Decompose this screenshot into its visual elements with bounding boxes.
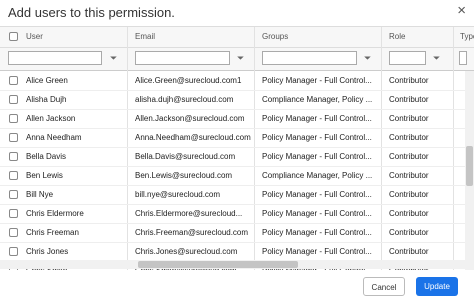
table-row[interactable]: Chris Jones Chris.Jones@surecloud.com Po… [0,242,474,262]
user-cell: Chris Freeman [26,228,79,237]
groups-cell: Policy Manager - Full Control... [262,190,372,199]
update-button[interactable]: Update [416,277,458,296]
row-checkbox[interactable] [9,247,18,256]
role-cell: Contributor [389,152,429,161]
email-cell: bill.nye@surecloud.com [135,190,221,199]
user-cell: Chris Eldermore [26,209,84,218]
groups-cell: Compliance Manager, Policy ... [262,171,373,180]
user-cell: Allen Jackson [26,114,76,123]
email-cell: Bella.Davis@surecloud.com [135,152,236,161]
close-icon[interactable]: × [457,2,466,19]
row-checkbox[interactable] [9,171,18,180]
user-cell: Anna Needham [26,133,82,142]
user-cell: Chris Jones [26,247,69,256]
row-checkbox[interactable] [9,76,18,85]
row-checkbox[interactable] [9,152,18,161]
groups-filter-input[interactable] [262,51,357,65]
role-filter-icon[interactable]: ⏷ [433,53,440,64]
role-cell: Contributor [389,95,429,104]
user-filter-input[interactable] [8,51,102,65]
role-cell: Contributor [389,209,429,218]
row-checkbox[interactable] [9,209,18,218]
email-cell: alisha.dujh@surecloud.com [135,95,234,104]
email-cell: Ben.Lewis@surecloud.com [135,171,233,180]
email-filter-icon[interactable]: ⏷ [237,53,244,64]
groups-filter-icon[interactable]: ⏷ [364,53,371,64]
user-cell: Ben Lewis [26,171,63,180]
column-header-user[interactable]: User [26,27,43,47]
role-cell: Contributor [389,133,429,142]
vertical-scroll-thumb[interactable] [466,146,473,186]
column-header-email[interactable]: Email [135,27,155,47]
user-cell: Bella Davis [26,152,67,161]
groups-cell: Policy Manager - Full Control... [262,76,372,85]
role-cell: Contributor [389,228,429,237]
groups-cell: Compliance Manager, Policy ... [262,95,373,104]
row-checkbox[interactable] [9,228,18,237]
table-row[interactable]: Chris Freeman Chris.Freeman@surecloud.co… [0,223,474,243]
cancel-button[interactable]: Cancel [363,277,405,296]
role-cell: Contributor [389,247,429,256]
role-cell: Contributor [389,76,429,85]
groups-cell: Policy Manager - Full Control... [262,209,372,218]
table-row[interactable]: Bella Davis Bella.Davis@surecloud.com Po… [0,147,474,167]
column-header-role[interactable]: Role [389,27,405,47]
email-cell: Anna.Needham@surecloud.com [135,133,251,142]
users-grid: User Email Groups Role Type ⏷ ⏷ ⏷ ⏷ Alic… [0,26,474,270]
email-cell: Chris.Freeman@surecloud.com [135,228,249,237]
groups-cell: Policy Manager - Full Control... [262,247,372,256]
table-row[interactable]: Ben Lewis Ben.Lewis@surecloud.com Compli… [0,166,474,186]
groups-cell: Policy Manager - Full Control... [262,152,372,161]
select-all-checkbox[interactable] [9,32,18,41]
table-row[interactable]: Bill Nye bill.nye@surecloud.com Policy M… [0,185,474,205]
row-checkbox[interactable] [9,114,18,123]
type-filter-input[interactable] [459,51,467,65]
horizontal-scrollbar[interactable] [0,260,465,269]
table-row[interactable]: Alisha Dujh alisha.dujh@surecloud.com Co… [0,90,474,110]
user-cell: Alice Green [26,76,68,85]
column-header-groups[interactable]: Groups [262,27,288,47]
filter-row: ⏷ ⏷ ⏷ ⏷ [0,48,474,71]
vertical-scrollbar[interactable] [465,71,474,270]
email-cell: Chris.Eldermore@surecloud... [135,209,243,218]
grid-header: User Email Groups Role Type [0,27,474,48]
email-cell: Chris.Jones@surecloud.com [135,247,238,256]
table-row[interactable]: Alice Green Alice.Green@surecloud.com1 P… [0,71,474,91]
email-filter-input[interactable] [135,51,230,65]
user-cell: Alisha Dujh [26,95,67,104]
groups-cell: Policy Manager - Full Control... [262,114,372,123]
email-cell: Allen.Jackson@surecloud.com [135,114,245,123]
add-users-dialog: Add users to this permission. × User Ema… [0,0,474,302]
user-filter-icon[interactable]: ⏷ [110,53,117,64]
dialog-title: Add users to this permission. [8,5,175,20]
row-checkbox[interactable] [9,133,18,142]
role-cell: Contributor [389,190,429,199]
user-cell: Bill Nye [26,190,54,199]
groups-cell: Policy Manager - Full Control... [262,133,372,142]
role-cell: Contributor [389,171,429,180]
table-row[interactable]: Anna Needham Anna.Needham@surecloud.com … [0,128,474,148]
horizontal-scroll-thumb[interactable] [138,261,298,268]
row-checkbox[interactable] [9,190,18,199]
role-filter-input[interactable] [389,51,426,65]
table-row[interactable]: Chris Eldermore Chris.Eldermore@sureclou… [0,204,474,224]
column-header-type[interactable]: Type [460,27,474,47]
table-row[interactable]: Allen Jackson Allen.Jackson@surecloud.co… [0,109,474,129]
email-cell: Alice.Green@surecloud.com1 [135,76,242,85]
groups-cell: Policy Manager - Full Control... [262,228,372,237]
row-checkbox[interactable] [9,95,18,104]
role-cell: Contributor [389,114,429,123]
